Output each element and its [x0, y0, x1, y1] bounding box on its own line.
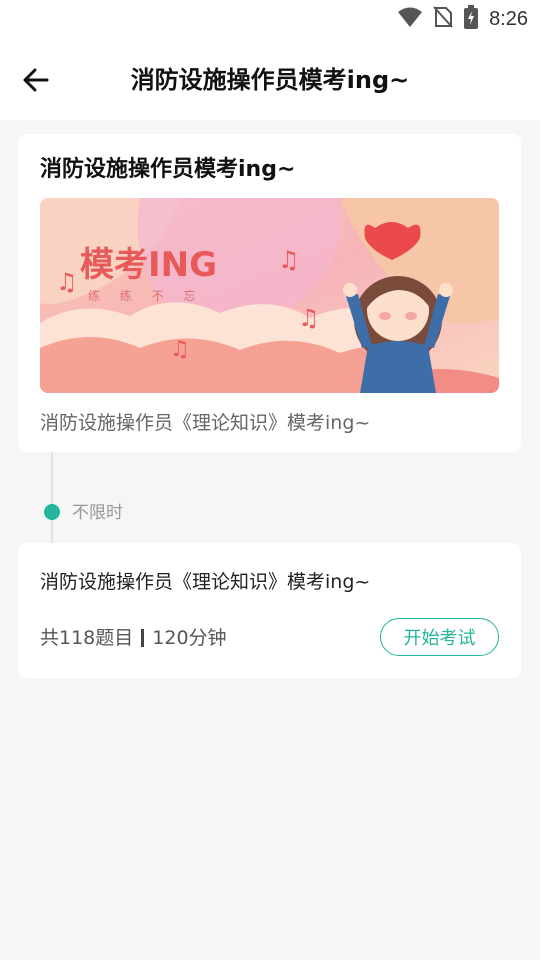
status-time: 8:26 [489, 7, 528, 30]
banner-headline: 模考ING [80, 245, 217, 285]
exam-item-title: 消防设施操作员《理论知识》模考ing~ [40, 571, 371, 593]
meta-divider [141, 629, 145, 647]
exam-duration: 120分钟 [152, 627, 227, 649]
question-count: 共118题目 [40, 627, 134, 649]
banner-subline: 练 练 不 忘 [88, 288, 203, 303]
app-header: 消防设施操作员模考ing~ [0, 38, 540, 120]
timeline-dot [44, 504, 60, 520]
exam-overview-card: 消防设施操作员模考ing~ 模考ING 练 练 不 忘 ♫ ♫ ♫ ♫ 消防设施… [18, 134, 521, 452]
status-bar: 8:26 [0, 0, 540, 38]
music-note-icon: ♫ [298, 304, 320, 332]
music-note-icon: ♫ [170, 337, 190, 362]
timeline-line [51, 452, 53, 544]
wifi-icon [397, 6, 423, 32]
battery-charging-icon [463, 5, 479, 33]
exam-card-description: 消防设施操作员《理论知识》模考ing~ [40, 412, 371, 434]
exam-item-card[interactable]: 消防设施操作员《理论知识》模考ing~ 共118题目 120分钟 开始考试 [18, 543, 521, 678]
no-sim-icon [433, 5, 453, 33]
banner-illustration: 模考ING 练 练 不 忘 ♫ ♫ ♫ ♫ [40, 198, 499, 393]
status-icons: 8:26 [397, 5, 528, 33]
exam-item-meta: 共118题目 120分钟 [40, 623, 227, 653]
timeline-label: 不限时 [72, 503, 123, 523]
music-note-icon: ♫ [278, 246, 300, 274]
exam-card-title: 消防设施操作员模考ing~ [40, 157, 296, 182]
music-note-icon: ♫ [56, 268, 78, 296]
exam-banner: 模考ING 练 练 不 忘 ♫ ♫ ♫ ♫ [40, 198, 499, 393]
page-title: 消防设施操作员模考ing~ [130, 66, 410, 94]
start-exam-button[interactable]: 开始考试 [380, 618, 499, 656]
